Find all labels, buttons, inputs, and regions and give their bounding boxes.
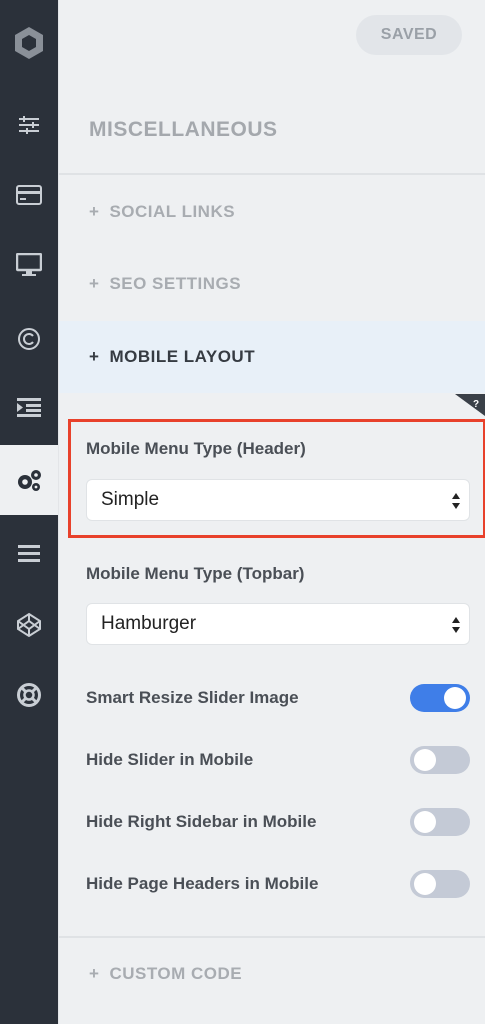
codepen-icon[interactable] bbox=[0, 590, 58, 660]
toggle-row-hide-right-sidebar: Hide Right Sidebar in Mobile bbox=[86, 808, 470, 838]
saved-button[interactable]: SAVED bbox=[356, 15, 462, 55]
toggle-row-hide-slider: Hide Slider in Mobile bbox=[86, 746, 470, 776]
hide-right-sidebar-toggle[interactable] bbox=[410, 808, 470, 836]
select-arrows-icon bbox=[452, 617, 460, 633]
gears-icon[interactable] bbox=[0, 445, 58, 515]
left-sidebar bbox=[0, 0, 58, 1024]
toggle-knob bbox=[414, 811, 436, 833]
plus-icon: + bbox=[89, 347, 100, 366]
accordion-custom-code[interactable]: + CUSTOM CODE bbox=[59, 938, 485, 1010]
smart-resize-toggle[interactable] bbox=[410, 684, 470, 712]
indent-icon[interactable] bbox=[0, 372, 58, 442]
highlight-box bbox=[68, 419, 485, 538]
accordion-mobile-layout[interactable]: + MOBILE LAYOUT bbox=[59, 321, 485, 393]
toggle-knob bbox=[414, 873, 436, 895]
section-title: MISCELLANEOUS bbox=[89, 118, 278, 141]
toggle-row-smart-resize: Smart Resize Slider Image bbox=[86, 684, 470, 714]
hide-page-headers-toggle[interactable] bbox=[410, 870, 470, 898]
monitor-icon[interactable] bbox=[0, 230, 58, 300]
menu-icon[interactable] bbox=[0, 518, 58, 588]
divider bbox=[59, 173, 485, 175]
plus-icon: + bbox=[89, 964, 100, 983]
help-glyph: ? bbox=[473, 399, 479, 410]
toggle-label: Smart Resize Slider Image bbox=[86, 688, 299, 707]
topbar-menu-type-label: Mobile Menu Type (Topbar) bbox=[86, 564, 305, 583]
sliders-icon[interactable] bbox=[0, 90, 58, 160]
card-icon[interactable] bbox=[0, 160, 58, 230]
plus-icon: + bbox=[89, 274, 100, 293]
hide-slider-toggle[interactable] bbox=[410, 746, 470, 774]
accordion-label: SEO SETTINGS bbox=[109, 274, 242, 293]
toggle-label: Hide Page Headers in Mobile bbox=[86, 874, 319, 893]
toggle-label: Hide Slider in Mobile bbox=[86, 750, 254, 769]
toggle-label: Hide Right Sidebar in Mobile bbox=[86, 812, 317, 831]
accordion-seo-settings[interactable]: + SEO SETTINGS bbox=[59, 248, 485, 320]
toggle-knob bbox=[444, 687, 466, 709]
help-icon[interactable]: ? bbox=[455, 394, 485, 416]
accordion-label: CUSTOM CODE bbox=[109, 964, 243, 983]
topbar-menu-type-select[interactable]: Hamburger bbox=[86, 603, 470, 645]
toggle-row-hide-page-headers: Hide Page Headers in Mobile bbox=[86, 870, 470, 900]
accordion-label: MOBILE LAYOUT bbox=[109, 347, 256, 366]
lifebuoy-icon[interactable] bbox=[0, 660, 58, 730]
accordion-social-links[interactable]: + SOCIAL LINKS bbox=[59, 176, 485, 248]
logo-icon[interactable] bbox=[0, 8, 58, 78]
select-value: Hamburger bbox=[101, 613, 197, 634]
copyright-icon[interactable] bbox=[0, 304, 58, 374]
accordion-label: SOCIAL LINKS bbox=[109, 202, 236, 221]
toggle-knob bbox=[414, 749, 436, 771]
plus-icon: + bbox=[89, 202, 100, 221]
